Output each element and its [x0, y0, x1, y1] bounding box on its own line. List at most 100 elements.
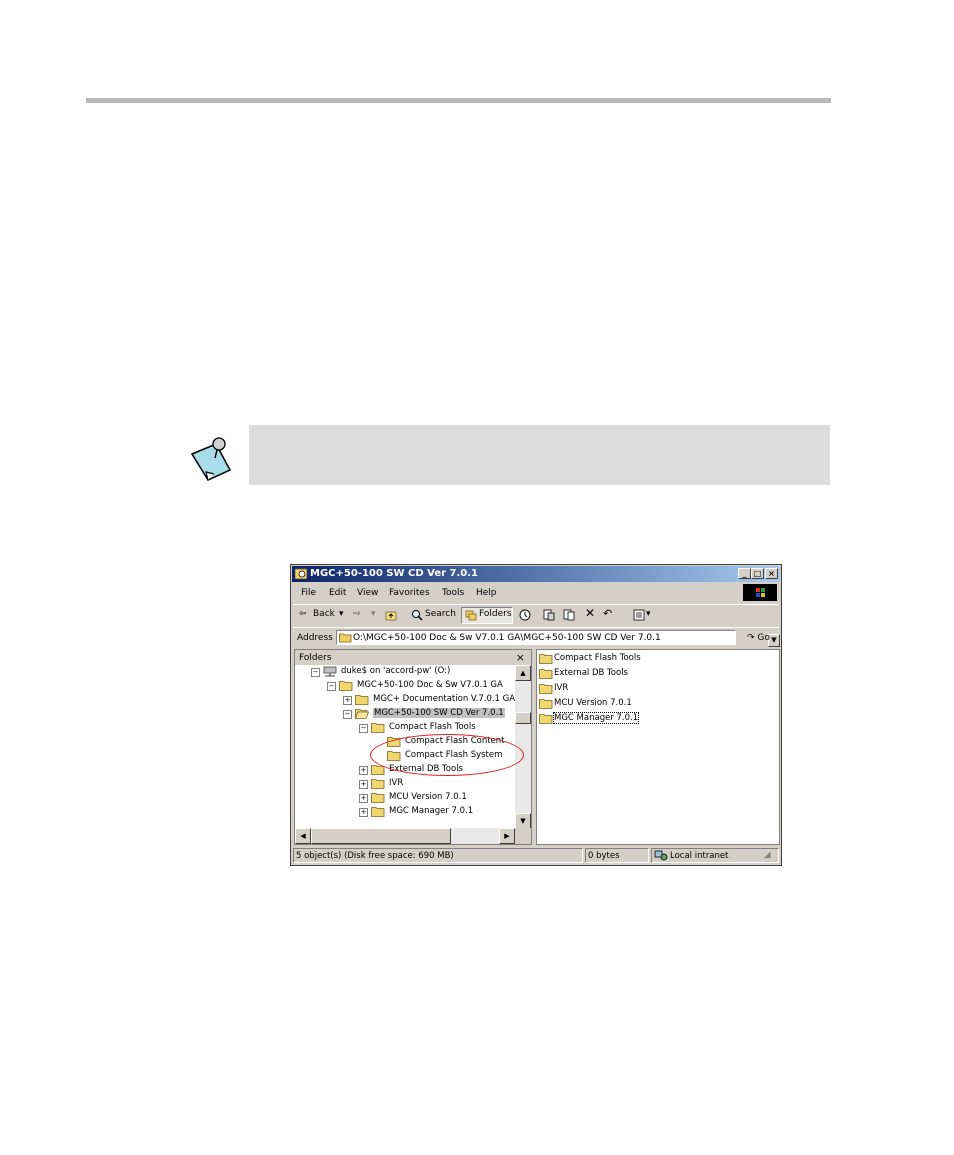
folder-icon	[371, 793, 385, 803]
views-icon[interactable]	[633, 609, 645, 621]
back-arrow-icon[interactable]: ⇦	[299, 609, 307, 619]
tree-expander[interactable]: −	[343, 710, 352, 719]
resize-grip-icon[interactable]: ◢	[764, 850, 771, 860]
network-drive-icon	[323, 666, 337, 677]
tree-node-label: Compact Flash System	[405, 750, 503, 760]
folder-icon	[387, 737, 401, 747]
go-button[interactable]: ↷ Go	[747, 633, 770, 643]
menu-help[interactable]: Help	[476, 588, 497, 598]
tree-node-label: IVR	[389, 778, 404, 788]
tree-expander[interactable]: +	[359, 794, 368, 803]
menu-edit[interactable]: Edit	[329, 588, 346, 598]
tree-node-label: MGC+50-100 Doc & Sw V7.0.1 GA	[357, 680, 503, 690]
close-button[interactable]: ×	[765, 568, 778, 579]
folder-icon	[371, 723, 385, 733]
tree-expander[interactable]: +	[359, 780, 368, 789]
up-folder-icon[interactable]	[385, 609, 397, 621]
intranet-icon	[654, 850, 668, 861]
status-zone: Local intranet ◢	[651, 848, 779, 863]
window-title: MGC+50-100 SW CD Ver 7.0.1	[310, 568, 478, 579]
header-rule	[86, 98, 831, 103]
files-pane: Compact Flash Tools External DB Tools IV…	[536, 649, 780, 845]
tree-node-label: MGC Manager 7.0.1	[389, 806, 474, 816]
status-size-text: 0 bytes	[588, 851, 620, 861]
scroll-corner	[515, 828, 531, 844]
minimize-button[interactable]: _	[738, 568, 751, 579]
folder-tree: − duke$ on 'accord-pw' (O:) − MGC+50-100…	[295, 665, 515, 829]
forward-arrow-icon[interactable]: ⇨	[353, 609, 361, 619]
scroll-thumb[interactable]	[515, 712, 531, 724]
tree-node-label: duke$ on 'accord-pw' (O:)	[341, 666, 451, 676]
search-button[interactable]: Search	[425, 609, 456, 619]
menu-bar: File Edit View Favorites Tools Help	[293, 584, 779, 602]
note-pushpin-icon	[190, 437, 232, 481]
toolbar: ⇦ Back ▾ ⇨ ▾ Search Folders ✕ ↶ ▾	[293, 604, 779, 627]
folder-icon	[539, 669, 553, 679]
tree-node-label: External DB Tools	[389, 764, 463, 774]
folder-icon	[539, 684, 553, 694]
tree-vertical-scrollbar[interactable]: ▲ ▼	[515, 665, 531, 829]
explorer-window: MGC+50-100 SW CD Ver 7.0.1 _ □ × File Ed…	[290, 564, 782, 866]
views-dropdown-icon[interactable]: ▾	[646, 609, 651, 619]
folder-icon	[339, 681, 353, 691]
folders-pane: Folders × − duke$ on 'accord-pw' (O:) − …	[294, 649, 532, 845]
undo-icon[interactable]: ↶	[603, 607, 612, 620]
delete-icon[interactable]: ✕	[585, 606, 595, 620]
tree-expander[interactable]: −	[311, 668, 320, 677]
scroll-left-icon[interactable]: ◀	[295, 828, 311, 844]
tree-expander[interactable]: −	[359, 724, 368, 733]
file-item-label: MCU Version 7.0.1	[554, 698, 632, 708]
note-box	[249, 425, 830, 485]
tree-node-label: Compact Flash Content	[405, 736, 505, 746]
back-dropdown-icon[interactable]: ▾	[339, 609, 344, 619]
forward-dropdown-icon[interactable]: ▾	[371, 609, 376, 619]
close-pane-icon[interactable]: ×	[516, 651, 525, 664]
tree-expander[interactable]: −	[327, 682, 336, 691]
scroll-up-icon[interactable]: ▲	[515, 665, 531, 681]
folder-open-icon	[339, 633, 352, 643]
tree-node-label: MCU Version 7.0.1	[389, 792, 467, 802]
folder-icon	[387, 751, 401, 761]
folder-icon	[539, 654, 553, 664]
address-field[interactable]: O:\MGC+50-100 Doc & Sw V7.0.1 GA\MGC+50-…	[336, 630, 780, 647]
status-size: 0 bytes	[585, 848, 649, 863]
status-zone-text: Local intranet	[670, 851, 729, 861]
windows-logo-icon	[743, 584, 777, 601]
address-value: O:\MGC+50-100 Doc & Sw V7.0.1 GA\MGC+50-…	[353, 633, 661, 643]
file-item-label: IVR	[554, 683, 569, 693]
scroll-down-icon[interactable]: ▼	[515, 813, 531, 829]
tree-horizontal-scrollbar[interactable]: ◀ ▶	[295, 828, 515, 844]
folders-header-label: Folders	[299, 653, 332, 663]
tree-expander[interactable]: +	[343, 696, 352, 705]
title-bar[interactable]: MGC+50-100 SW CD Ver 7.0.1 _ □ ×	[292, 566, 780, 582]
hscroll-thumb[interactable]	[311, 828, 451, 844]
tree-expander[interactable]: +	[359, 808, 368, 817]
tree-node-label-selected: MGC+50-100 SW CD Ver 7.0.1	[373, 708, 505, 718]
menu-tools[interactable]: Tools	[442, 588, 464, 598]
folder-icon	[355, 695, 369, 705]
file-item-label-focused: MGC Manager 7.0.1	[552, 712, 640, 724]
tree-expander[interactable]: +	[359, 766, 368, 775]
history-icon[interactable]	[519, 609, 531, 621]
file-item-label: External DB Tools	[554, 668, 628, 678]
menu-view[interactable]: View	[357, 588, 378, 598]
tree-node-label: MGC+ Documentation V.7.0.1 GA	[373, 694, 515, 704]
folders-button[interactable]: Folders	[479, 609, 512, 619]
move-to-icon[interactable]	[543, 609, 555, 621]
menu-favorites[interactable]: Favorites	[389, 588, 430, 598]
explorer-icon	[295, 568, 307, 579]
maximize-button[interactable]: □	[751, 568, 764, 579]
go-label: Go	[757, 633, 770, 643]
search-icon[interactable]	[411, 609, 423, 621]
folders-icon	[465, 610, 477, 621]
folder-icon	[371, 779, 385, 789]
copy-to-icon[interactable]	[563, 609, 575, 621]
status-objects: 5 object(s) (Disk free space: 690 MB)	[293, 848, 583, 863]
tree-node-label: Compact Flash Tools	[389, 722, 476, 732]
folder-icon	[539, 699, 553, 709]
address-label: Address	[297, 633, 333, 643]
back-button[interactable]: Back	[313, 609, 335, 619]
scroll-right-icon[interactable]: ▶	[499, 828, 515, 844]
menu-file[interactable]: File	[301, 588, 316, 598]
status-bar: 5 object(s) (Disk free space: 690 MB) 0 …	[293, 848, 781, 864]
